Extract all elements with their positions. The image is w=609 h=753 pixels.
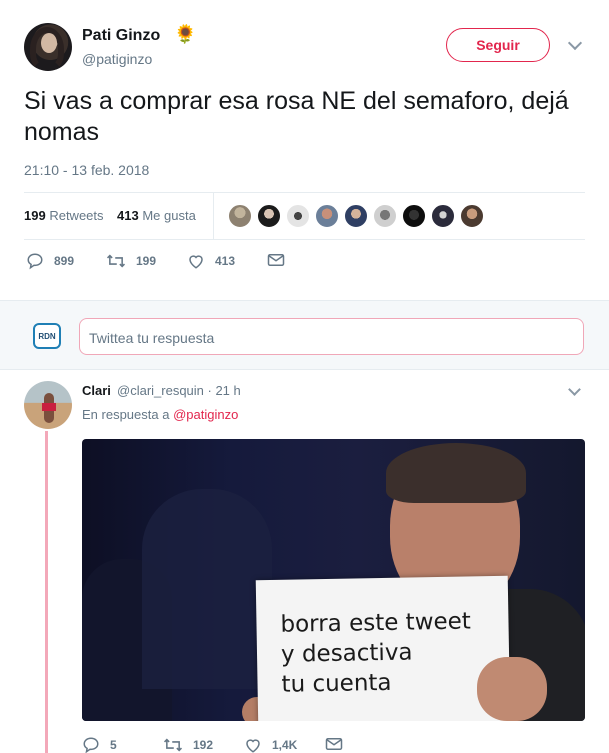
like-button[interactable]: 413 [187, 252, 235, 270]
tweet-timestamp[interactable]: 21:10 - 13 feb. 2018 [24, 162, 149, 178]
reply-button[interactable]: 5 [82, 736, 117, 753]
message-icon [325, 736, 343, 752]
retweet-count: 199 [136, 254, 157, 268]
like-button[interactable]: 1,4K [244, 736, 297, 753]
liker-avatar[interactable] [460, 204, 484, 228]
reply-author-name[interactable]: Clari [82, 383, 111, 398]
main-tweet: Pati Ginzo 🌻 @patiginzo Seguir Si vas a … [0, 0, 609, 300]
reply-placeholder: Twittea tu respuesta [89, 330, 215, 346]
retweet-icon [106, 252, 126, 270]
liker-avatar[interactable] [228, 204, 252, 228]
thread-line [45, 431, 48, 753]
author-avatar[interactable] [24, 23, 72, 71]
liker-avatar[interactable] [402, 204, 426, 228]
reply-count: 5 [110, 738, 117, 752]
reply-author-avatar[interactable] [24, 381, 72, 429]
liker-avatar[interactable] [257, 204, 281, 228]
sign-line: borra este tweet [280, 608, 472, 638]
retweet-icon [163, 736, 183, 753]
image-sign: borra este tweet y desactiva tu cuenta [255, 575, 511, 721]
retweet-button[interactable]: 192 [163, 736, 213, 753]
reply-input[interactable]: Twittea tu respuesta [79, 318, 584, 355]
sign-line: y desactiva [280, 639, 413, 668]
reply-image[interactable]: borra este tweet y desactiva tu cuenta [82, 439, 585, 721]
reply-to-handle[interactable]: @patiginzo [173, 407, 238, 422]
stats-divider [213, 193, 214, 240]
tweet-actions: 899 199 413 [24, 252, 585, 274]
reply-author-meta[interactable]: @clari_resquin · 21 h [117, 383, 241, 398]
likes-label: Me gusta [142, 208, 196, 223]
like-icon [244, 736, 262, 753]
liker-avatar[interactable] [431, 204, 455, 228]
retweet-count: 192 [193, 738, 214, 752]
follow-button[interactable]: Seguir [446, 28, 550, 62]
reply-button[interactable]: 899 [26, 252, 74, 270]
reply-count: 899 [54, 254, 75, 268]
avatar-figure-detail [42, 403, 56, 411]
sign-text: borra este tweet y desactiva tu cuenta [280, 606, 472, 699]
image-hair [386, 443, 526, 503]
liker-avatar[interactable] [344, 204, 368, 228]
author-handle[interactable]: @patiginzo [82, 51, 152, 67]
retweets-label: Retweets [49, 208, 104, 223]
image-background-person [142, 489, 272, 689]
reply-to-line: En respuesta a @patiginzo [82, 407, 238, 422]
reply-tweet: Clari @clari_resquin · 21 h En respuesta… [0, 370, 609, 753]
liker-avatar[interactable] [286, 204, 310, 228]
reply-icon [26, 252, 44, 270]
tweet-stats: 199 Retweets 413 Me gusta [24, 192, 585, 240]
image-hand [477, 657, 547, 721]
message-button[interactable] [325, 736, 353, 752]
message-button[interactable] [267, 252, 295, 268]
user-avatar-logo[interactable]: RDN [33, 323, 61, 349]
message-icon [267, 252, 285, 268]
reply-composer: RDN Twittea tu respuesta [0, 300, 609, 370]
like-count: 413 [215, 254, 236, 268]
liker-avatar[interactable] [315, 204, 339, 228]
chevron-down-icon[interactable] [568, 383, 581, 396]
like-icon [187, 252, 205, 270]
liker-avatar[interactable] [373, 204, 397, 228]
chevron-down-icon[interactable] [567, 35, 583, 51]
author-name[interactable]: Pati Ginzo [82, 27, 160, 45]
likes-stat[interactable]: 413 Me gusta [117, 208, 196, 223]
tweet-text: Si vas a comprar esa rosa NE del semafor… [24, 87, 569, 146]
sign-line: tu cuenta [281, 669, 392, 698]
avatar-face [41, 33, 57, 53]
reply-icon [82, 736, 100, 753]
reply-to-prefix: En respuesta a [82, 407, 170, 422]
retweet-button[interactable]: 199 [106, 252, 156, 270]
likes-count: 413 [117, 208, 139, 223]
reply-actions: 5 192 1,4K [82, 736, 585, 753]
sunflower-emoji: 🌻 [174, 24, 197, 44]
retweets-count: 199 [24, 208, 46, 223]
like-count: 1,4K [272, 738, 298, 752]
retweets-stat[interactable]: 199 Retweets [24, 208, 104, 223]
